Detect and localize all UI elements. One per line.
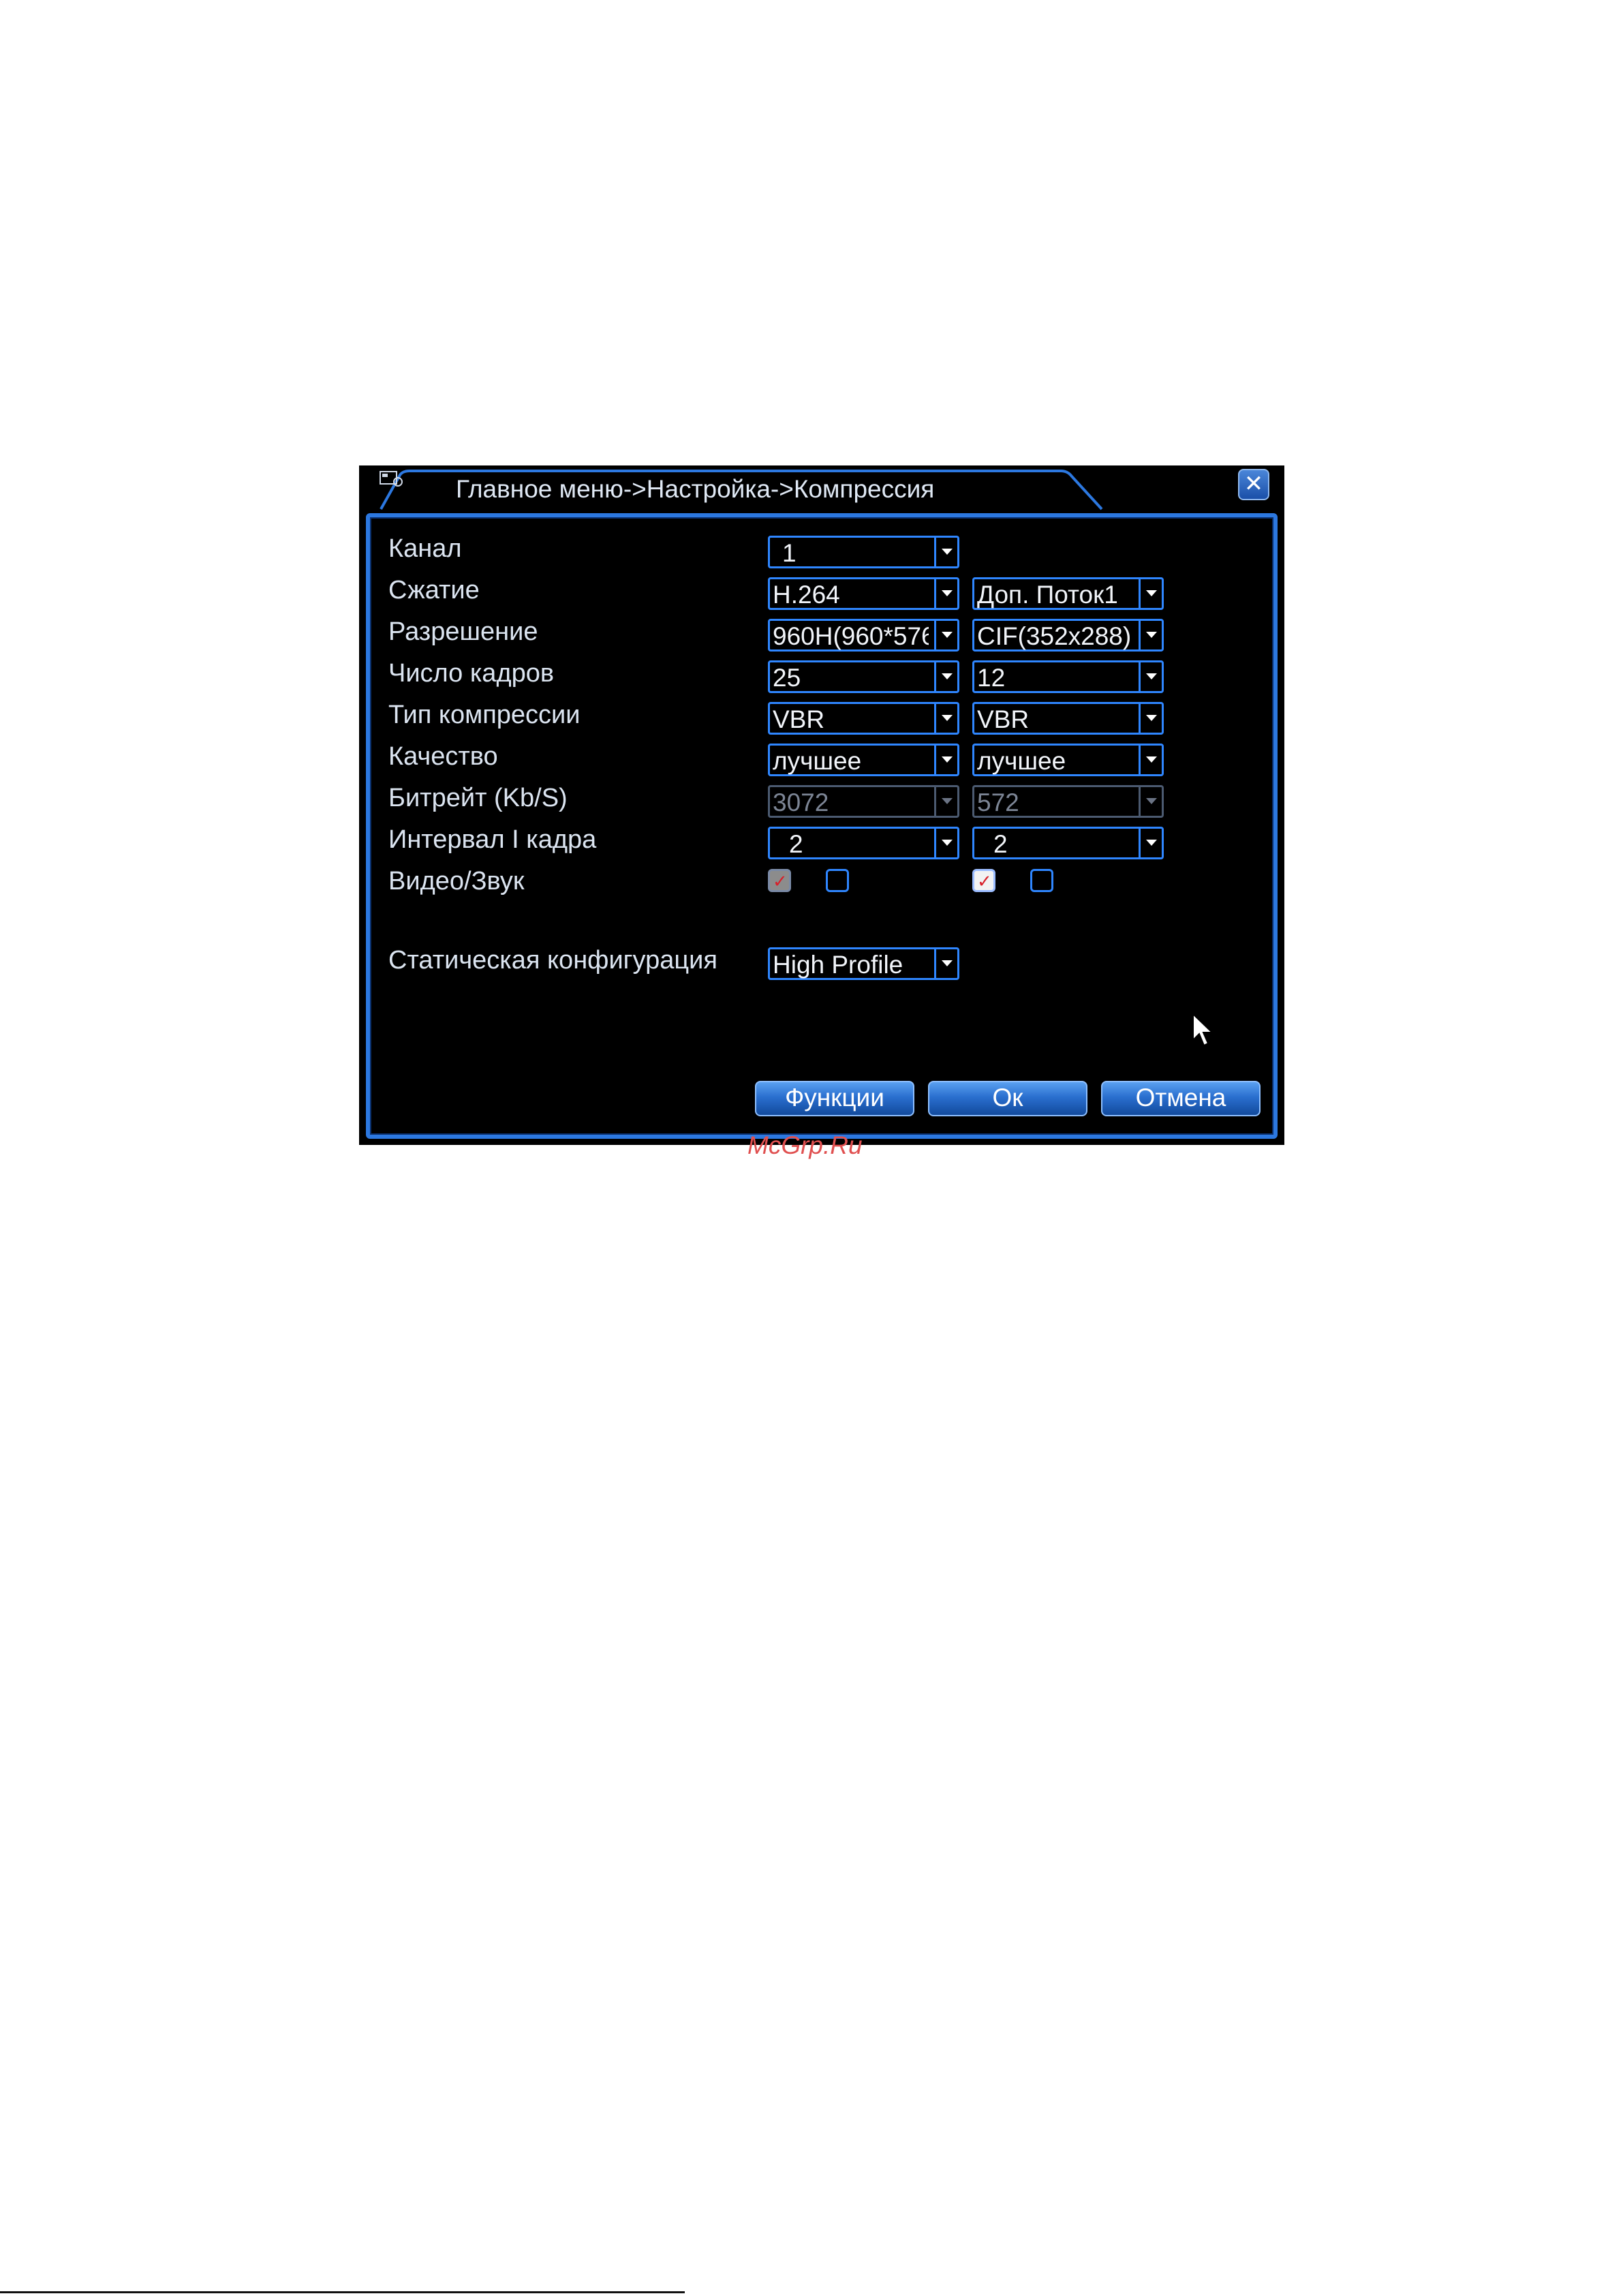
static-config-value: High Profile (773, 951, 903, 979)
extra-audio-checkbox[interactable] (1030, 869, 1053, 892)
chevron-down-icon (934, 538, 957, 566)
watermark: McGrp.Ru (747, 1131, 863, 1159)
label-compression: Сжатие (388, 576, 480, 604)
channel-select-value: 1 (782, 539, 797, 567)
main-video-checkbox[interactable]: ✓ (768, 869, 791, 892)
label-quality: Качество (388, 742, 498, 771)
functions-button[interactable]: Функции (755, 1081, 914, 1116)
resolution-select-main[interactable]: 960H(960*576) (768, 619, 959, 652)
bitrate-type-main-value: VBR (773, 705, 825, 733)
main-audio-checkbox[interactable] (826, 869, 849, 892)
label-bitrate-type: Тип компрессии (388, 701, 581, 729)
chevron-down-icon (934, 662, 957, 691)
checkmark-icon: ✓ (977, 871, 992, 891)
channel-select[interactable]: 1 (768, 536, 959, 568)
mouse-cursor-icon (1192, 1013, 1214, 1047)
compression-main-value: H.264 (773, 581, 840, 609)
bitrate-select-extra: 572 (972, 785, 1164, 818)
quality-select-extra[interactable]: лучшее (972, 744, 1164, 776)
chevron-down-icon (934, 704, 957, 733)
menu-icon (380, 471, 403, 487)
chevron-down-icon (934, 949, 957, 978)
label-bitrate: Битрейт (Kb/S) (388, 784, 568, 812)
chevron-down-icon (934, 829, 957, 857)
frame-rate-select-extra[interactable]: 12 (972, 660, 1164, 693)
quality-select-main[interactable]: лучшее (768, 744, 959, 776)
resolution-extra-value: CIF(352x288) (977, 622, 1132, 650)
label-static-config: Статическая конфигурация (388, 946, 717, 975)
bitrate-type-select-main[interactable]: VBR (768, 702, 959, 735)
breadcrumb-title: Главное меню->Настройка->Компрессия (456, 475, 935, 503)
label-frame-rate: Число кадров (388, 659, 555, 688)
bitrate-type-extra-value: VBR (977, 705, 1030, 733)
label-i-frame-interval: Интервал I кадра (388, 825, 597, 854)
chevron-down-icon (1139, 579, 1162, 608)
bitrate-select-main: 3072 (768, 785, 959, 818)
compression-select-main[interactable]: H.264 (768, 577, 959, 610)
label-video-audio: Видео/Звук (388, 867, 525, 896)
chevron-down-icon (1139, 704, 1162, 733)
i-frame-interval-extra-value: 2 (993, 830, 1008, 858)
i-frame-interval-select-extra[interactable]: 2 (972, 827, 1164, 859)
footer-divider (0, 2291, 685, 2293)
cancel-button[interactable]: Отмена (1101, 1081, 1261, 1116)
ok-button[interactable]: Ок (928, 1081, 1087, 1116)
close-button[interactable]: ✕ (1238, 469, 1269, 500)
bitrate-extra-value: 572 (977, 789, 1019, 816)
chevron-down-icon (1139, 621, 1162, 649)
compression-dialog: Главное меню->Настройка->Компрессия ✕ Ка… (359, 465, 1284, 1145)
frame-rate-main-value: 25 (773, 664, 801, 692)
stream-extra-value: Доп. Поток1 (977, 581, 1118, 609)
extra-video-checkbox[interactable]: ✓ (972, 869, 995, 892)
quality-main-value: лучшее (773, 747, 862, 775)
label-channel: Канал (388, 534, 462, 563)
bitrate-main-value: 3072 (773, 789, 829, 816)
i-frame-interval-main-value: 2 (789, 830, 803, 858)
i-frame-interval-select-main[interactable]: 2 (768, 827, 959, 859)
chevron-down-icon (934, 787, 957, 816)
bitrate-type-select-extra[interactable]: VBR (972, 702, 1164, 735)
checkmark-icon: ✓ (773, 871, 788, 891)
chevron-down-icon (1139, 746, 1162, 774)
title-bar: Главное меню->Настройка->Компрессия (380, 470, 1115, 510)
chevron-down-icon (1139, 787, 1162, 816)
label-resolution: Разрешение (388, 617, 538, 646)
stream-select-extra[interactable]: Доп. Поток1 (972, 577, 1164, 610)
chevron-down-icon (934, 579, 957, 608)
chevron-down-icon (934, 746, 957, 774)
resolution-main-value: 960H(960*576) (773, 622, 929, 650)
chevron-down-icon (1139, 662, 1162, 691)
frame-rate-extra-value: 12 (977, 664, 1006, 692)
frame-rate-select-main[interactable]: 25 (768, 660, 959, 693)
static-config-select[interactable]: High Profile (768, 947, 959, 980)
resolution-select-extra[interactable]: CIF(352x288) (972, 619, 1164, 652)
quality-extra-value: лучшее (977, 747, 1066, 775)
chevron-down-icon (934, 621, 957, 649)
chevron-down-icon (1139, 829, 1162, 857)
